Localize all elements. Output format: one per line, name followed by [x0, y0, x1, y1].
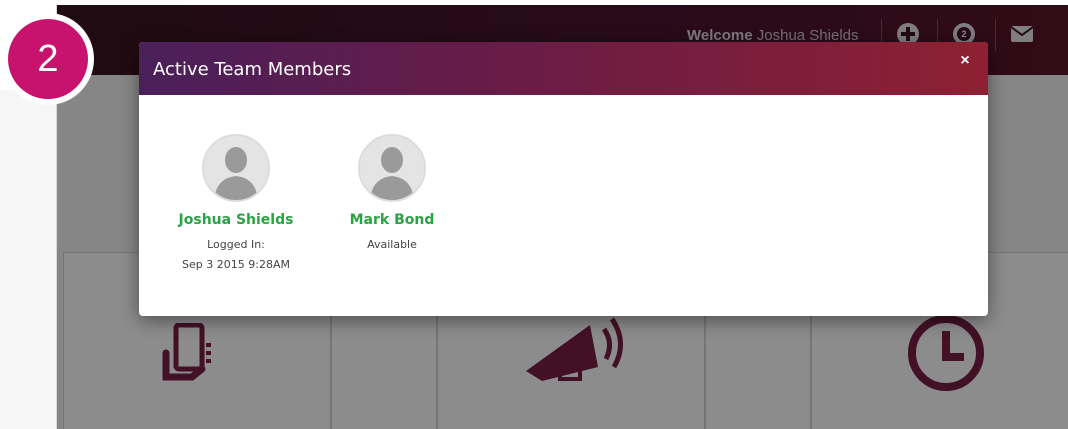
avatar[interactable] — [202, 134, 270, 202]
member-status: Available — [322, 235, 462, 255]
modal-header: Active Team Members × — [139, 42, 988, 95]
member-name[interactable]: Joshua Shields — [166, 212, 306, 228]
avatar[interactable] — [358, 134, 426, 202]
gutter-panel — [0, 90, 56, 429]
member-status-line: Logged In: — [207, 238, 265, 251]
modal-title: Active Team Members — [153, 59, 352, 80]
close-icon[interactable]: × — [956, 52, 974, 70]
active-team-members-modal: Active Team Members × Joshua Shields Log… — [139, 42, 988, 316]
team-member-card[interactable]: Mark Bond Available — [322, 134, 462, 255]
screenshot-stage: Welcome Joshua Shields 2 2 Active Team M… — [0, 0, 1068, 429]
member-status: Logged In: Sep 3 2015 9:28AM — [166, 235, 306, 275]
member-status-line: Available — [367, 238, 417, 251]
member-name[interactable]: Mark Bond — [322, 212, 462, 228]
step-number-badge: 2 — [8, 19, 88, 99]
member-login-time: Sep 3 2015 9:28AM — [182, 258, 290, 271]
team-member-card[interactable]: Joshua Shields Logged In: Sep 3 2015 9:2… — [166, 134, 306, 275]
